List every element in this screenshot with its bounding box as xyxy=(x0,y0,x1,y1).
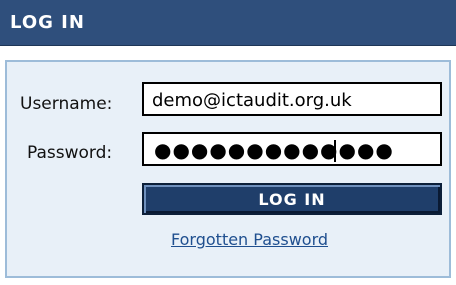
header-title: LOG IN xyxy=(10,12,85,33)
login-button[interactable]: LOG IN xyxy=(142,183,442,215)
forgot-password-link[interactable]: Forgotten Password xyxy=(171,230,328,249)
login-header: LOG IN xyxy=(0,0,456,46)
text-caret xyxy=(334,140,336,162)
login-button-label: LOG IN xyxy=(258,189,326,209)
username-label: Username: xyxy=(20,94,113,114)
username-value: demo@ictaudit.org.uk xyxy=(152,90,352,111)
password-input[interactable]: ●●●●●●●●●●●●● xyxy=(142,132,442,166)
username-input[interactable]: demo@ictaudit.org.uk xyxy=(142,82,442,116)
password-mask: ●●●●●●●●●●●●● xyxy=(154,138,394,162)
password-label: Password: xyxy=(27,143,113,163)
